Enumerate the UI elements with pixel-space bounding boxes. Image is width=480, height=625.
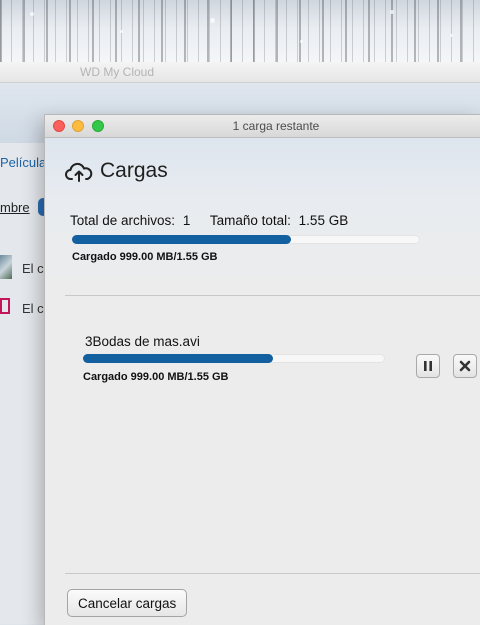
video-file-icon xyxy=(0,298,10,314)
dialog-titlebar: 1 carga restante xyxy=(45,115,480,138)
total-size-value: 1.55 GB xyxy=(298,213,349,228)
cancel-all-uploads-button[interactable]: Cancelar cargas xyxy=(67,589,188,617)
total-progress-bar xyxy=(72,235,420,244)
file-thumbnail xyxy=(0,255,12,279)
section-divider xyxy=(65,295,480,296)
total-files-value: 1 xyxy=(182,213,191,228)
total-progress-fill xyxy=(72,235,292,244)
background-titlebar: WD My Cloud xyxy=(0,62,480,83)
sort-by-name-control[interactable]: mbre xyxy=(0,200,30,215)
totals-summary: Total de archivos: 1 Tamaño total: 1.55 … xyxy=(70,213,352,228)
cancel-upload-button[interactable] xyxy=(453,354,477,378)
uploads-dialog: 1 carga restante Cargas Total de archivo… xyxy=(44,114,480,625)
page-title: Cargas xyxy=(100,159,168,182)
file-progress-bar xyxy=(83,354,385,363)
total-size-label: Tamaño total: xyxy=(209,213,291,228)
cloud-upload-icon xyxy=(65,162,93,182)
total-progress-status: Cargado 999.00 MB/1.55 GB xyxy=(72,251,218,263)
list-item[interactable]: El c xyxy=(22,301,44,316)
desktop-wallpaper xyxy=(0,0,480,62)
upload-file-name: 3Bodas de mas.avi xyxy=(85,334,200,349)
file-progress-status: Cargado 999.00 MB/1.55 GB xyxy=(83,371,229,383)
file-progress-fill xyxy=(83,354,274,363)
total-files-label: Total de archivos: xyxy=(70,213,176,228)
pause-icon xyxy=(424,361,432,371)
close-icon xyxy=(459,360,471,372)
dialog-window-title: 1 carga restante xyxy=(232,119,320,133)
pause-upload-button[interactable] xyxy=(416,354,440,378)
background-window-title: WD My Cloud xyxy=(80,65,155,79)
footer-divider xyxy=(65,573,480,574)
list-item[interactable]: El c xyxy=(22,261,44,276)
